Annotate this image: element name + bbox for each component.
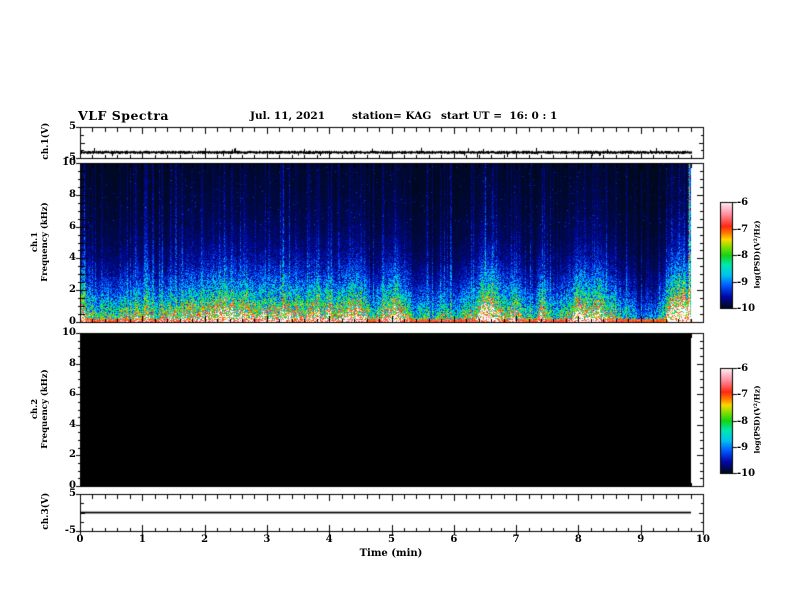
x-axis-title: Time (min)	[359, 548, 423, 559]
x-tick-label: 9	[637, 534, 645, 545]
freq-tick-label-ch2: 10	[62, 327, 76, 338]
start-ut-label: start UT = 16: 0 : 1	[441, 110, 558, 122]
x-tick-label: 3	[263, 534, 271, 545]
channel-label: ch.2	[30, 398, 40, 420]
freq-tick-label-ch2: 6	[69, 388, 76, 400]
colorbar-tick-label: -6	[737, 363, 749, 374]
x-tick-label: 10	[696, 534, 710, 545]
channel-label: ch.1	[30, 231, 40, 253]
colorbar-tick-label: -10	[737, 303, 756, 314]
frequency-label: Frequency (kHz)	[40, 202, 50, 282]
colorbar-tick-label: -9	[737, 276, 749, 288]
freq-tick-label-ch1: 6	[69, 220, 76, 232]
vlf-spectra-figure: VLF Spectra Jul. 11, 2021 station= KAG s…	[0, 0, 792, 612]
volt-tick-label-ch1: -5	[64, 152, 76, 163]
y-axis-title-ch1v: ch.1(V)	[40, 122, 51, 160]
volt-tick-label-ch3: -5	[64, 525, 76, 536]
frequency-label: Frequency (kHz)	[40, 369, 50, 449]
colorbar-tick-label: -7	[737, 389, 749, 401]
x-tick-label: 2	[201, 534, 209, 545]
freq-tick-label-ch1: 8	[69, 188, 76, 200]
station-label: station= KAG	[352, 110, 432, 122]
spectrogram-canvas	[0, 0, 792, 612]
freq-tick-label-ch1: 2	[69, 284, 76, 296]
colorbar-tick-label: -6	[737, 197, 749, 208]
freq-tick-label-ch2: 2	[69, 449, 76, 461]
x-tick-label: 4	[325, 534, 333, 545]
freq-tick-label-ch2: 8	[69, 357, 76, 369]
y-axis-title-ch2-freq: ch.2 Frequency (kHz)	[30, 339, 50, 479]
x-tick-label: 1	[138, 534, 146, 545]
date-label: Jul. 11, 2021	[250, 110, 326, 122]
colorbar-tick-label: -8	[737, 250, 749, 261]
x-tick-label: 8	[574, 534, 582, 545]
volt-tick-label-ch1: 5	[69, 121, 76, 132]
x-tick-label: 5	[388, 534, 395, 545]
freq-tick-label-ch2: 4	[69, 418, 76, 430]
freq-tick-label-ch1: 0	[69, 316, 76, 327]
volt-tick-label-ch3: 5	[69, 488, 76, 499]
page-title: VLF Spectra	[78, 108, 170, 123]
colorbar-tick-label: -8	[737, 415, 749, 427]
colorbar-tick-label: -7	[737, 223, 749, 235]
colorbar-tick-label: -9	[737, 441, 749, 453]
x-tick-label: 6	[450, 534, 458, 545]
x-tick-label: 7	[512, 534, 520, 545]
y-axis-title-ch1-freq: ch.1 Frequency (kHz)	[30, 172, 50, 312]
y-axis-title-ch3v: ch.3(V)	[40, 492, 51, 530]
freq-tick-label-ch1: 4	[69, 252, 76, 264]
colorbar-tick-label: -10	[737, 468, 756, 479]
